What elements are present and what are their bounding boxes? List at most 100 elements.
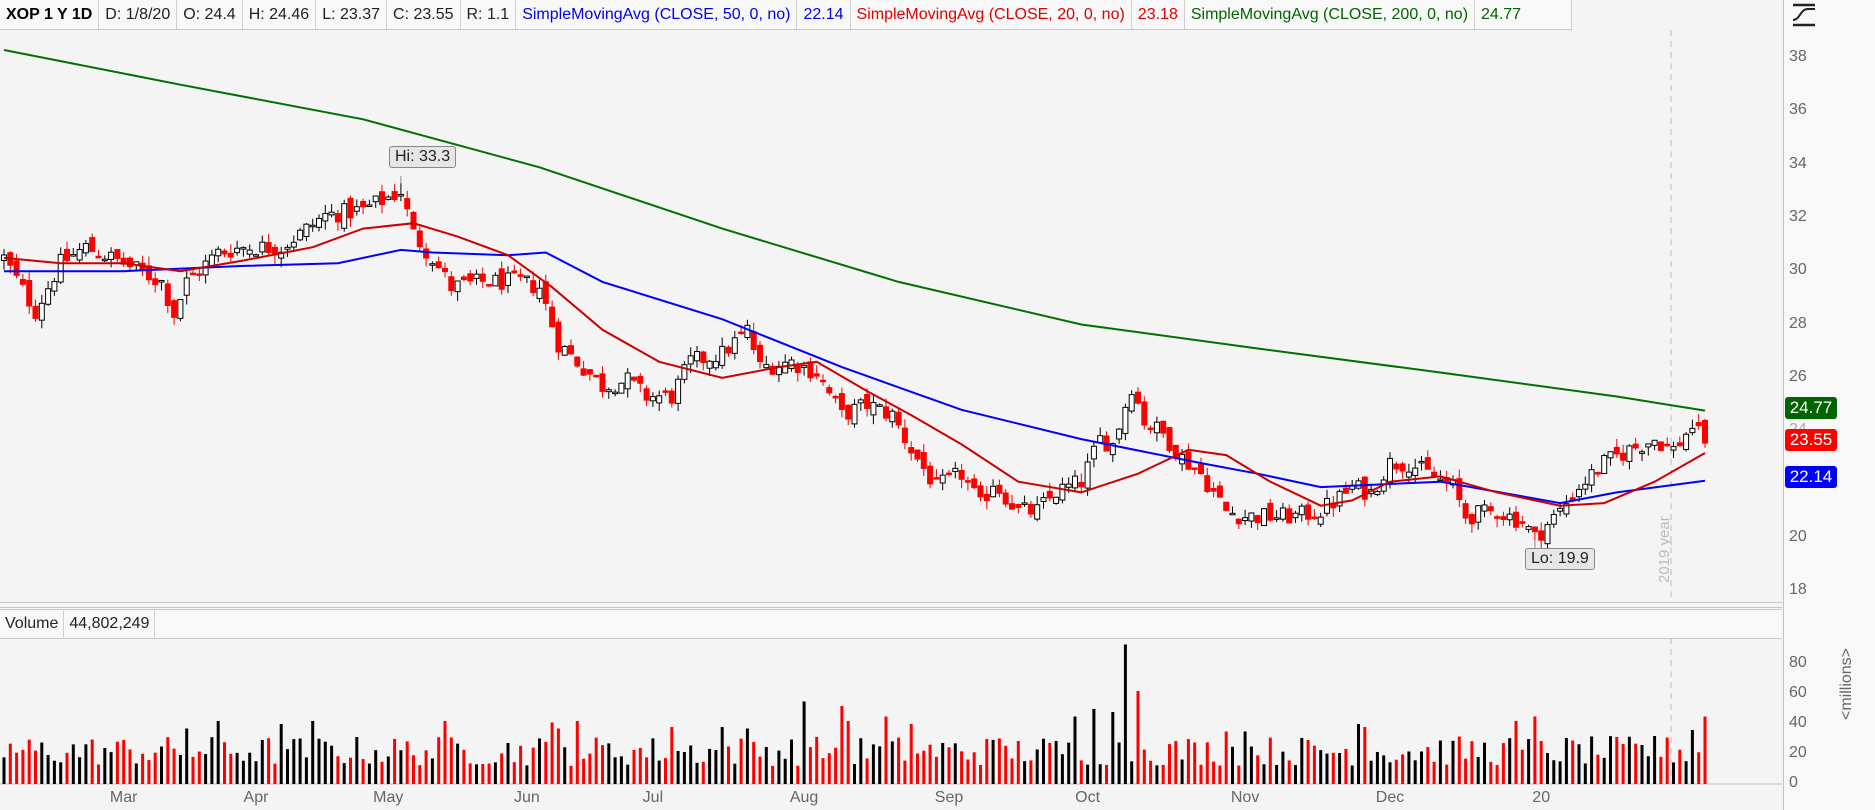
candle-body [215,248,222,257]
candle-body [171,300,178,318]
volume-bar [878,746,882,784]
volume-bar [1231,746,1234,784]
price-volume-plot[interactable] [0,0,1875,810]
volume-bar [78,757,82,784]
volume-bar [197,751,201,784]
volume-bar [191,756,195,784]
volume-bar [1023,761,1027,784]
candle-body [838,393,845,410]
volume-bar [1577,744,1581,784]
candle-body [89,237,96,252]
volume-bar [462,749,466,784]
volume-bar [519,745,523,784]
volume-bar [59,762,63,784]
volume-bar [424,750,428,784]
volume-bar [922,750,926,784]
candle-body [1702,419,1708,444]
volume-bar [1136,691,1140,784]
volume-bar [657,760,661,784]
candle-body [555,321,562,353]
candle-body [1279,507,1286,520]
candle-body [1538,530,1545,541]
candle-body [64,248,70,261]
volume-bar [739,738,743,784]
volume-bar [1653,736,1657,784]
volume-bar [1571,740,1575,784]
volume-bar [1464,758,1468,784]
candle-body [347,197,354,219]
candle-body [731,337,738,354]
volume-bar [575,721,579,784]
volume-bar [1306,739,1310,784]
candle-body [1594,472,1601,475]
candle-body [883,406,889,419]
candle-body [1513,511,1519,528]
candle-body [108,251,115,260]
candle-body [13,260,20,276]
candle-body [1046,490,1053,499]
volume-bar [115,741,119,784]
candle-body [832,395,839,399]
volume-bar [15,752,19,784]
volume-bar [1193,742,1197,784]
candle-body [1160,420,1167,434]
candle-body [1500,516,1507,520]
volume-bar [1539,740,1543,784]
volume-bar [1413,760,1417,784]
volume-bar [468,763,472,784]
volume-bar [790,739,793,784]
volume-bar [802,701,806,784]
candle-body [1040,497,1047,502]
candle-body [813,373,820,377]
volume-bar [1640,744,1644,784]
candle-body [442,268,448,273]
candle-body [624,372,631,390]
candle-body [221,250,228,255]
candle-body [725,346,732,354]
volume-bar [2,757,6,784]
volume-bar [512,762,516,784]
volume-bar [985,739,989,784]
candle-body [1387,457,1393,484]
candle-body [460,276,467,281]
year-marker-label: 2019 year [1656,516,1673,583]
volume-bar [21,749,25,784]
price-tick-label: 28 [1789,314,1807,332]
chart-window: XOP 1 Y 1D D: 1/8/20 O: 24.4 H: 24.46 L:… [0,0,1875,810]
candle-body [1053,496,1060,504]
candle-body [259,241,266,253]
volume-bar [607,743,611,784]
volume-bar [1665,737,1669,784]
volume-bar [934,756,938,784]
volume-bar [531,747,535,784]
volume-bar [109,752,113,784]
price-tick-label: 36 [1789,101,1807,119]
candle-body [1412,467,1419,476]
volume-bar [556,728,560,784]
volume-bar [323,741,327,784]
candle-body [1242,517,1249,522]
time-tick-label: Oct [1075,789,1101,806]
volume-bar [216,721,220,784]
candle-body [410,211,417,230]
candle-body [1506,513,1513,521]
candle-body [1639,451,1645,454]
volume-bar [1388,762,1392,784]
candle-body [1657,441,1664,451]
volume-bar [1029,760,1033,784]
candle-body [26,280,33,307]
volume-bar [941,742,945,784]
candle-body [612,391,619,395]
candle-body [1557,507,1564,512]
candle-body [1601,455,1608,474]
candle-body [1128,394,1135,412]
candle-body [473,273,480,279]
volume-bar [1357,724,1360,784]
volume-bar [1319,750,1323,784]
volume-bar [1256,755,1260,784]
candle-body [1254,515,1261,523]
candle-body [379,191,385,206]
candle-body [70,254,77,257]
candle-body [479,273,486,282]
price-tick-label: 18 [1789,581,1807,598]
